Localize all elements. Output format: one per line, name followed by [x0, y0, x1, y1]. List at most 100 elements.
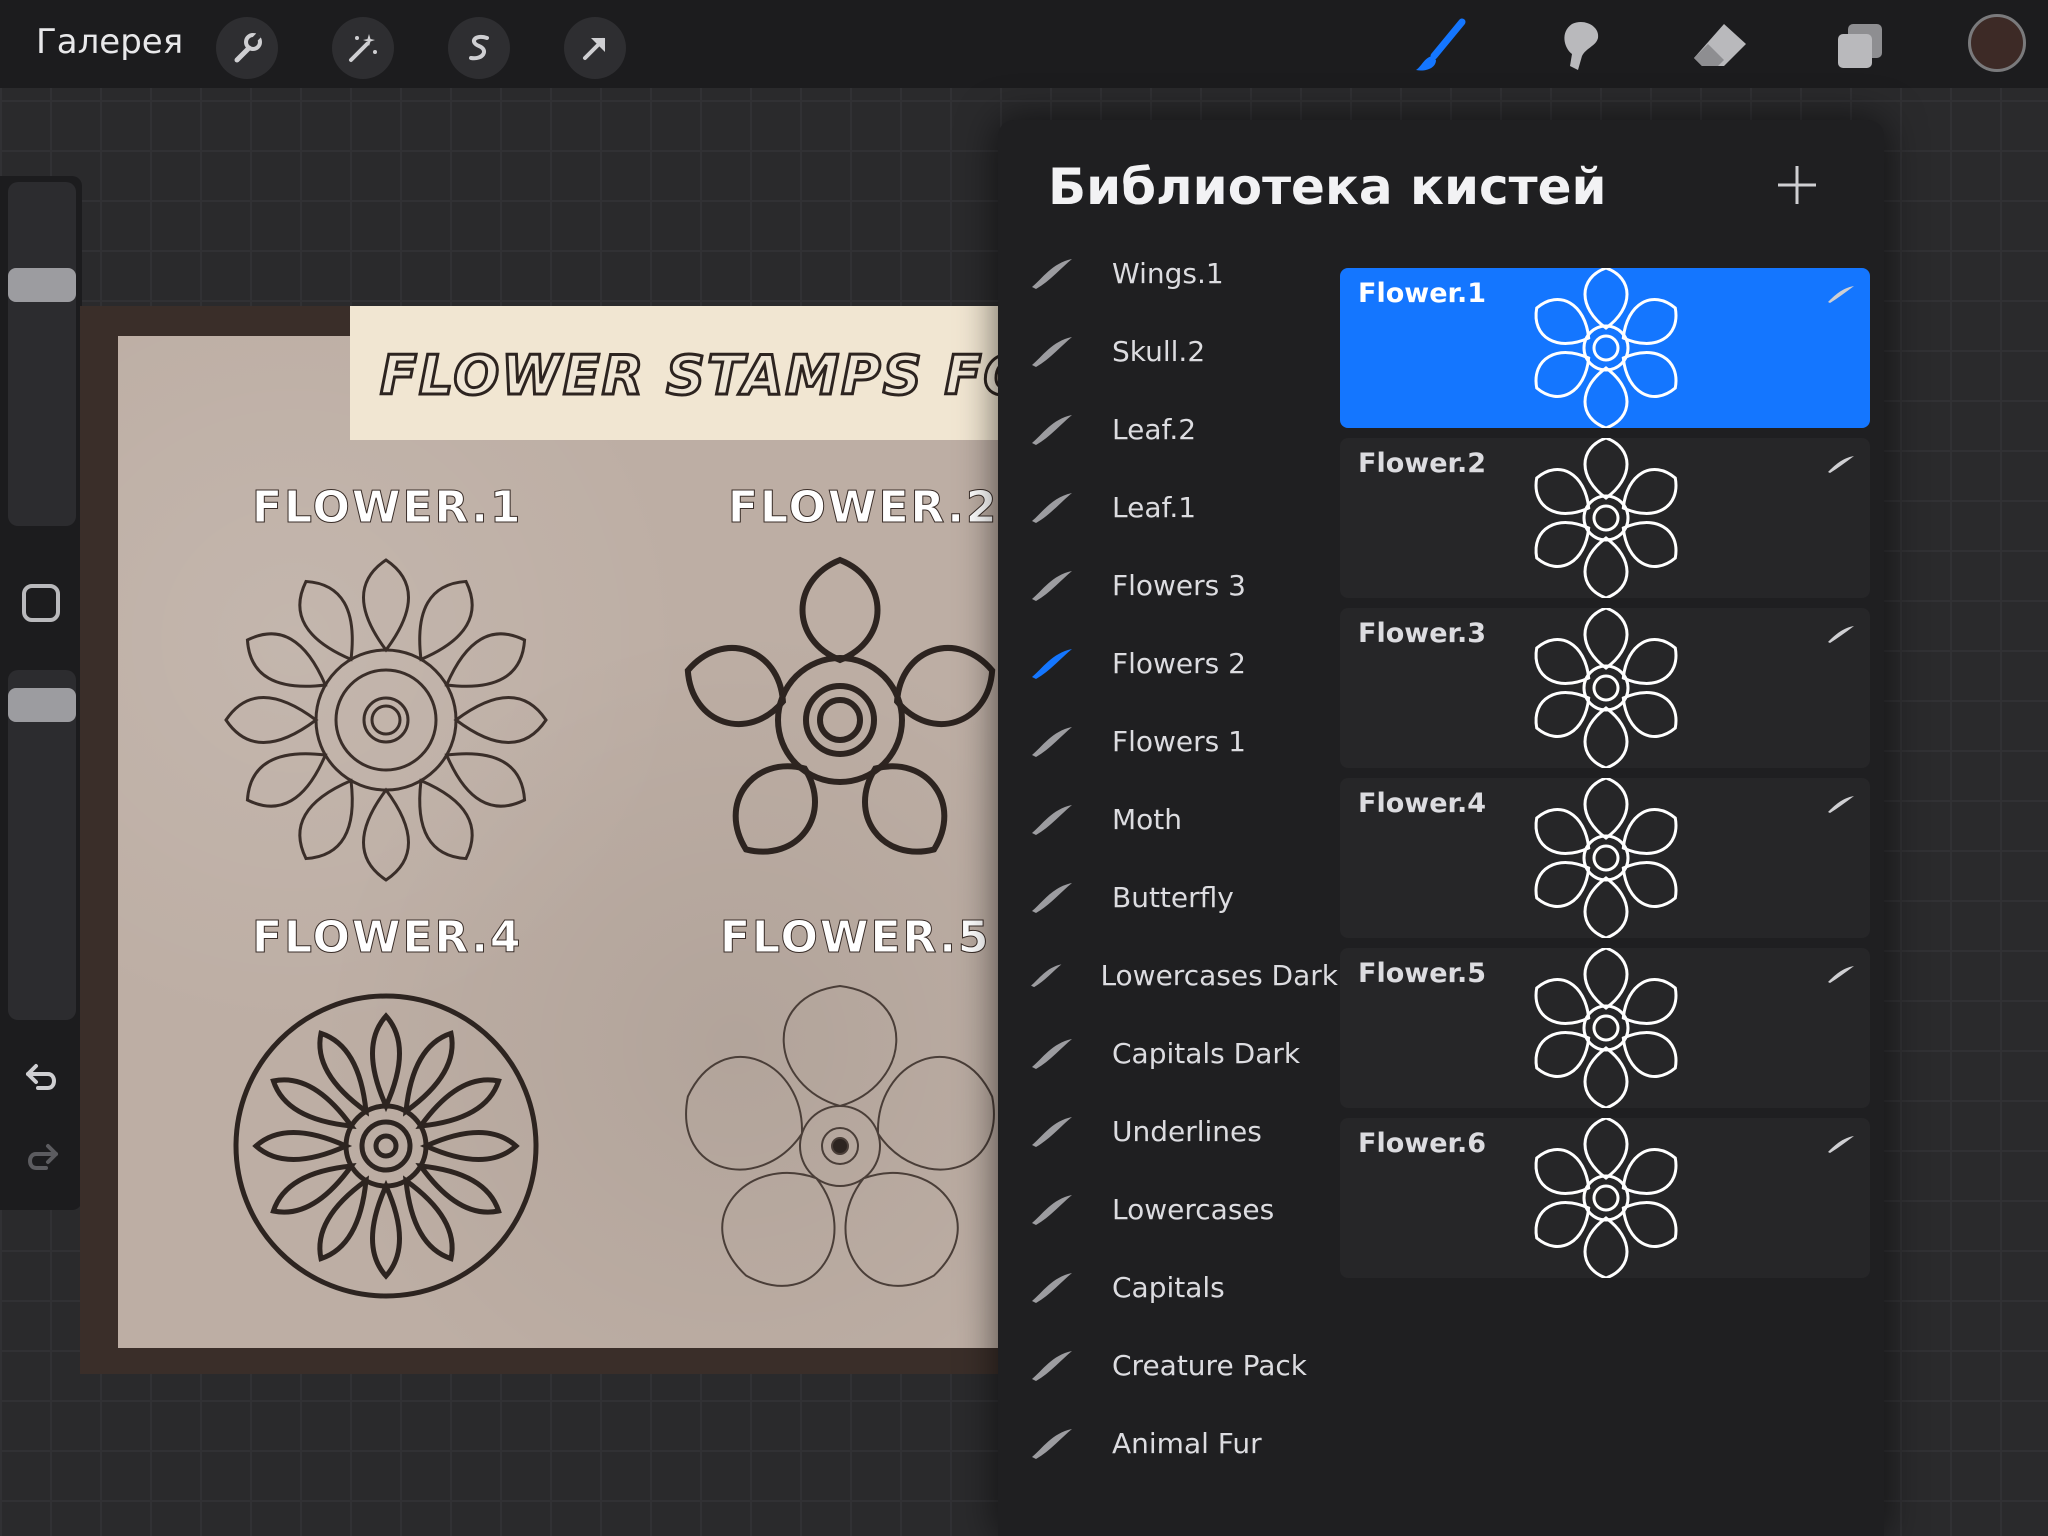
brush-stroke-mini-icon [1828, 626, 1854, 643]
brush-size-knob[interactable] [8, 268, 76, 302]
brush-set-label: Flowers 2 [1112, 646, 1246, 680]
brush-set-item-1[interactable]: Wings.1 [1028, 234, 1338, 312]
modify-button[interactable] [22, 584, 60, 622]
brush-name: Flower.4 [1358, 788, 1487, 819]
brush-set-label: Lowercases Dark [1100, 958, 1338, 992]
brush-stroke-preview [1534, 948, 1678, 1108]
smudge-icon [1564, 21, 1599, 70]
brush-stroke-mini-icon [1828, 286, 1854, 303]
panel-title: Библиотека кистей [1048, 158, 1607, 216]
brush-stroke-preview [1534, 778, 1678, 938]
redo-icon[interactable] [22, 1136, 62, 1176]
brush-set-label: Leaf.1 [1112, 490, 1197, 524]
opacity-knob[interactable] [8, 688, 76, 722]
brush-stroke-icon [1032, 649, 1072, 679]
brush-stroke-icon [1032, 883, 1072, 913]
brush-stroke-preview [1534, 608, 1678, 768]
brush-card-1[interactable]: Flower.1 [1340, 268, 1870, 428]
brush-set-item-13[interactable]: Lowercases [1028, 1170, 1338, 1248]
brush-stroke-mini-icon [1828, 456, 1854, 473]
magic-wand-icon [349, 34, 377, 62]
brush-icon [1416, 18, 1466, 71]
brush-card-4[interactable]: Flower.4 [1340, 778, 1870, 938]
selection-button[interactable] [448, 17, 510, 79]
flower-label-1: FLOWER.1 [252, 482, 523, 534]
layers-icon [1838, 24, 1882, 68]
brush-card-2[interactable]: Flower.2 [1340, 438, 1870, 598]
brush-stroke-mini-icon [1828, 796, 1854, 813]
artwork-banner: FLOWER STAMPS FOR P [350, 306, 1137, 440]
brush-set-item-7[interactable]: Flowers 1 [1028, 702, 1338, 780]
brush-set-item-2[interactable]: Skull.2 [1028, 312, 1338, 390]
brush-stroke-icon [1032, 415, 1072, 445]
brush-set-item-8[interactable]: Moth [1028, 780, 1338, 858]
wrench-icon [234, 33, 262, 63]
brush-stroke-preview [1534, 268, 1678, 428]
brush-stroke-icon [1032, 1117, 1072, 1147]
brush-set-item-11[interactable]: Capitals Dark [1028, 1014, 1338, 1092]
brush-set-label: Moth [1112, 802, 1183, 836]
brush-card-6[interactable]: Flower.6 [1340, 1118, 1870, 1278]
brush-set-label: Capitals [1112, 1270, 1225, 1304]
flower-1-drawing [224, 558, 548, 882]
brush-set-label: Animal Fur [1112, 1426, 1262, 1460]
brush-stroke-icon [1032, 493, 1072, 523]
brush-name: Flower.2 [1358, 448, 1487, 479]
brush-set-label: Underlines [1112, 1114, 1262, 1148]
eraser-tool-button[interactable] [1688, 14, 1752, 78]
layers-button[interactable] [1828, 14, 1892, 78]
brush-set-item-12[interactable]: Underlines [1028, 1092, 1338, 1170]
canvas[interactable]: FLOWER STAMPS FOR P FLOWER.1 FLOWER.2 FL… [80, 306, 1137, 1374]
brush-stroke-icon [1032, 1039, 1072, 1069]
brush-card-3[interactable]: Flower.3 [1340, 608, 1870, 768]
brush-stroke-mini-icon [1828, 966, 1854, 983]
flower-2-drawing [670, 556, 1010, 890]
brush-set-item-9[interactable]: Butterfly [1028, 858, 1338, 936]
brush-name: Flower.5 [1358, 958, 1487, 989]
gallery-button[interactable]: Галерея [36, 22, 183, 62]
transform-button[interactable] [564, 17, 626, 79]
smudge-tool-button[interactable] [1548, 14, 1612, 78]
add-brush-icon[interactable] [1776, 164, 1818, 206]
brush-stroke-icon [1032, 1273, 1072, 1303]
opacity-slider[interactable] [8, 670, 76, 1020]
brush-set-label: Butterfly [1112, 880, 1234, 914]
brush-set-label: Flowers 3 [1112, 568, 1246, 602]
brush-set-label: Capitals Dark [1112, 1036, 1301, 1070]
brush-size-slider[interactable] [8, 182, 76, 526]
brush-set-item-5[interactable]: Flowers 3 [1028, 546, 1338, 624]
brush-stroke-icon [1032, 571, 1072, 601]
brush-set-item-4[interactable]: Leaf.1 [1028, 468, 1338, 546]
color-picker-swatch[interactable] [1968, 14, 2026, 72]
brush-set-label: Wings.1 [1112, 256, 1224, 290]
flower-4-drawing [233, 993, 539, 1299]
brush-set-item-16[interactable]: Animal Fur [1028, 1404, 1338, 1482]
brush-set-label: Skull.2 [1112, 334, 1206, 368]
brush-stroke-icon [1032, 259, 1072, 289]
brush-stroke-icon [1032, 805, 1072, 835]
flower-5-drawing [670, 984, 1010, 1310]
brush-tool-button[interactable] [1408, 14, 1472, 78]
brush-set-label: Leaf.2 [1112, 412, 1197, 446]
top-toolbar: Галерея [0, 0, 2048, 88]
brush-stroke-icon [1032, 1195, 1072, 1225]
brush-set-item-14[interactable]: Capitals [1028, 1248, 1338, 1326]
brush-card-5[interactable]: Flower.5 [1340, 948, 1870, 1108]
flower-label-2: FLOWER.2 [728, 482, 999, 534]
brush-set-item-3[interactable]: Leaf.2 [1028, 390, 1338, 468]
brush-name: Flower.6 [1358, 1128, 1487, 1159]
left-sidebar [0, 176, 82, 1210]
actions-button[interactable] [216, 17, 278, 79]
brush-name: Flower.3 [1358, 618, 1487, 649]
brush-set-item-10[interactable]: Lowercases Dark [1028, 936, 1338, 1014]
brush-stroke-icon [1031, 964, 1062, 988]
brush-stroke-mini-icon [1828, 1136, 1854, 1153]
adjustments-button[interactable] [332, 17, 394, 79]
flower-label-4: FLOWER.4 [252, 912, 523, 964]
transform-arrow-icon [583, 38, 605, 60]
brush-set-label: Lowercases [1112, 1192, 1275, 1226]
brush-set-item-15[interactable]: Creature Pack [1028, 1326, 1338, 1404]
brush-set-item-6[interactable]: Flowers 2 [1028, 624, 1338, 702]
undo-icon[interactable] [22, 1056, 62, 1096]
brush-set-label: Flowers 1 [1112, 724, 1246, 758]
